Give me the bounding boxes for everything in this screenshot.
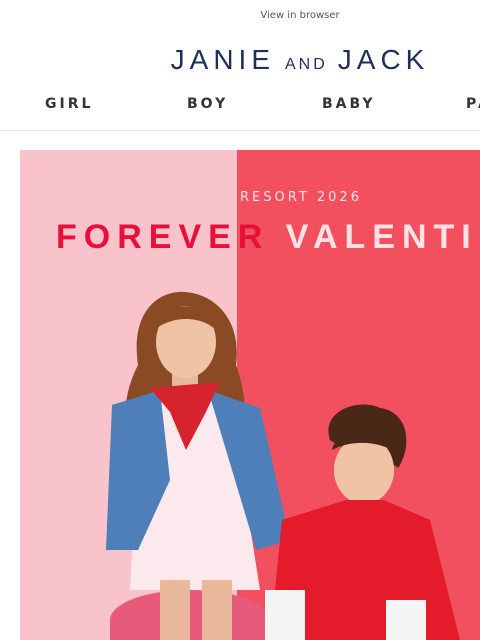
preheader: View in browser xyxy=(0,0,480,32)
hero-headline: FOREVER VALENTI xyxy=(56,218,478,257)
girl-leg-right xyxy=(202,580,232,640)
boy-sleeve-left xyxy=(265,590,305,640)
nav-item-boy[interactable]: BOY xyxy=(187,96,228,112)
headline-right-part: VALENTI xyxy=(269,218,478,256)
category-nav: GIRL BOY BABY PA xyxy=(0,96,480,116)
girl-leg-left xyxy=(160,580,190,640)
headline-left-part: FOREVER xyxy=(56,218,270,256)
nav-item-baby[interactable]: BABY xyxy=(322,96,376,112)
view-in-browser-link[interactable]: View in browser xyxy=(0,10,480,21)
brand-logo[interactable]: JANIE AND JACK xyxy=(0,44,480,76)
season-label: RESORT 2026 xyxy=(240,190,362,205)
nav-divider xyxy=(0,130,480,131)
logo-word-and: AND xyxy=(285,56,328,73)
logo-word-jack: JACK xyxy=(337,44,430,75)
logo-word-janie: JANIE xyxy=(170,44,275,75)
hero-banner[interactable]: RESORT 2026 FOREVER VALENTI xyxy=(20,150,480,640)
nav-item-partial[interactable]: PA xyxy=(466,96,480,112)
nav-item-girl[interactable]: GIRL xyxy=(45,96,93,112)
boy-sleeve-right xyxy=(386,600,426,640)
